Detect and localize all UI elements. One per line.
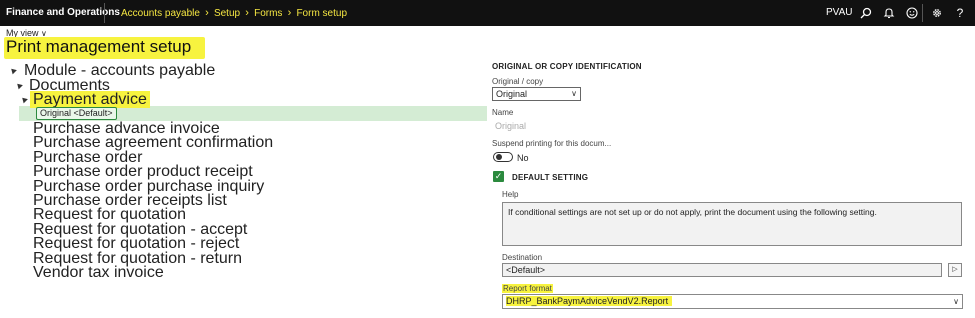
breadcrumb-form-setup[interactable]: Form setup [296, 8, 347, 19]
breadcrumb-accounts-payable[interactable]: Accounts payable [121, 8, 200, 19]
tree-item[interactable]: Vendor tax invoice [33, 265, 164, 281]
help-text: If conditional settings are not set up o… [502, 202, 962, 246]
topbar-divider [922, 4, 923, 22]
tree-node-payment-advice[interactable]: Payment advice [30, 91, 150, 108]
report-format-value: DHRP_BankPaymAdviceVendV2.Report [506, 296, 673, 306]
chevron-right-icon: › [245, 7, 249, 19]
expand-triangle-icon[interactable] [9, 66, 17, 75]
breadcrumb-setup[interactable]: Setup [214, 8, 240, 19]
chevron-down-icon: ∨ [571, 89, 577, 98]
tree-node-module[interactable]: Module - accounts payable [24, 63, 215, 79]
tree-item[interactable]: Request for quotation [33, 207, 186, 223]
top-navigation-bar: Finance and Operations Accounts payable … [0, 0, 975, 26]
default-setting-checkbox[interactable]: ✓ [493, 171, 504, 182]
tree-item[interactable]: Purchase order product receipt [33, 164, 253, 180]
toggle-knob [496, 154, 502, 160]
tree-node-payment-advice-label: Payment advice [30, 91, 150, 108]
topbar-divider [104, 3, 105, 23]
tree-item[interactable]: Purchase agreement confirmation [33, 135, 273, 151]
company-picker[interactable]: PVAU [826, 7, 853, 18]
name-value: Original [495, 121, 527, 131]
report-format-label: Report format [502, 284, 553, 293]
app-title[interactable]: Finance and Operations [6, 7, 120, 18]
suspend-printing-label: Suspend printing for this docum... [492, 139, 612, 148]
page-title: Print management setup [4, 37, 206, 59]
chevron-right-icon: › [287, 7, 292, 19]
original-copy-select[interactable]: Original ∨ [492, 87, 581, 101]
default-setting-heading: DEFAULT SETTING [512, 173, 589, 182]
section-heading-identification: ORIGINAL OR COPY IDENTIFICATION [492, 62, 642, 71]
suspend-printing-toggle[interactable] [493, 152, 513, 162]
bell-icon[interactable] [881, 5, 897, 21]
search-icon[interactable] [858, 5, 874, 21]
help-label: Help [502, 190, 519, 199]
tree-item[interactable]: Request for quotation - reject [33, 236, 239, 252]
expand-triangle-icon[interactable] [15, 81, 23, 90]
destination-label: Destination [502, 253, 543, 262]
report-format-select[interactable]: DHRP_BankPaymAdviceVendV2.Report ∨ [502, 294, 963, 309]
original-copy-label: Original / copy [492, 77, 544, 86]
destination-field[interactable]: <Default> [502, 263, 942, 277]
breadcrumb: Accounts payable › Setup › Forms › Form … [121, 7, 347, 19]
original-copy-value: Original [496, 89, 528, 99]
name-label: Name [492, 108, 514, 117]
chevron-right-icon: › [205, 7, 209, 19]
chevron-down-icon: ∨ [953, 297, 959, 306]
smiley-icon[interactable] [904, 5, 920, 21]
report-format-label-text: Report format [502, 284, 553, 293]
suspend-printing-value: No [517, 153, 529, 163]
expand-triangle-icon[interactable] [20, 95, 28, 104]
breadcrumb-forms[interactable]: Forms [254, 8, 282, 19]
help-icon[interactable]: ? [952, 5, 968, 21]
tree-node-original-default[interactable]: Original <Default> [36, 107, 117, 120]
lookup-play-icon[interactable]: ▷ [948, 263, 962, 277]
gear-icon[interactable] [929, 5, 945, 21]
